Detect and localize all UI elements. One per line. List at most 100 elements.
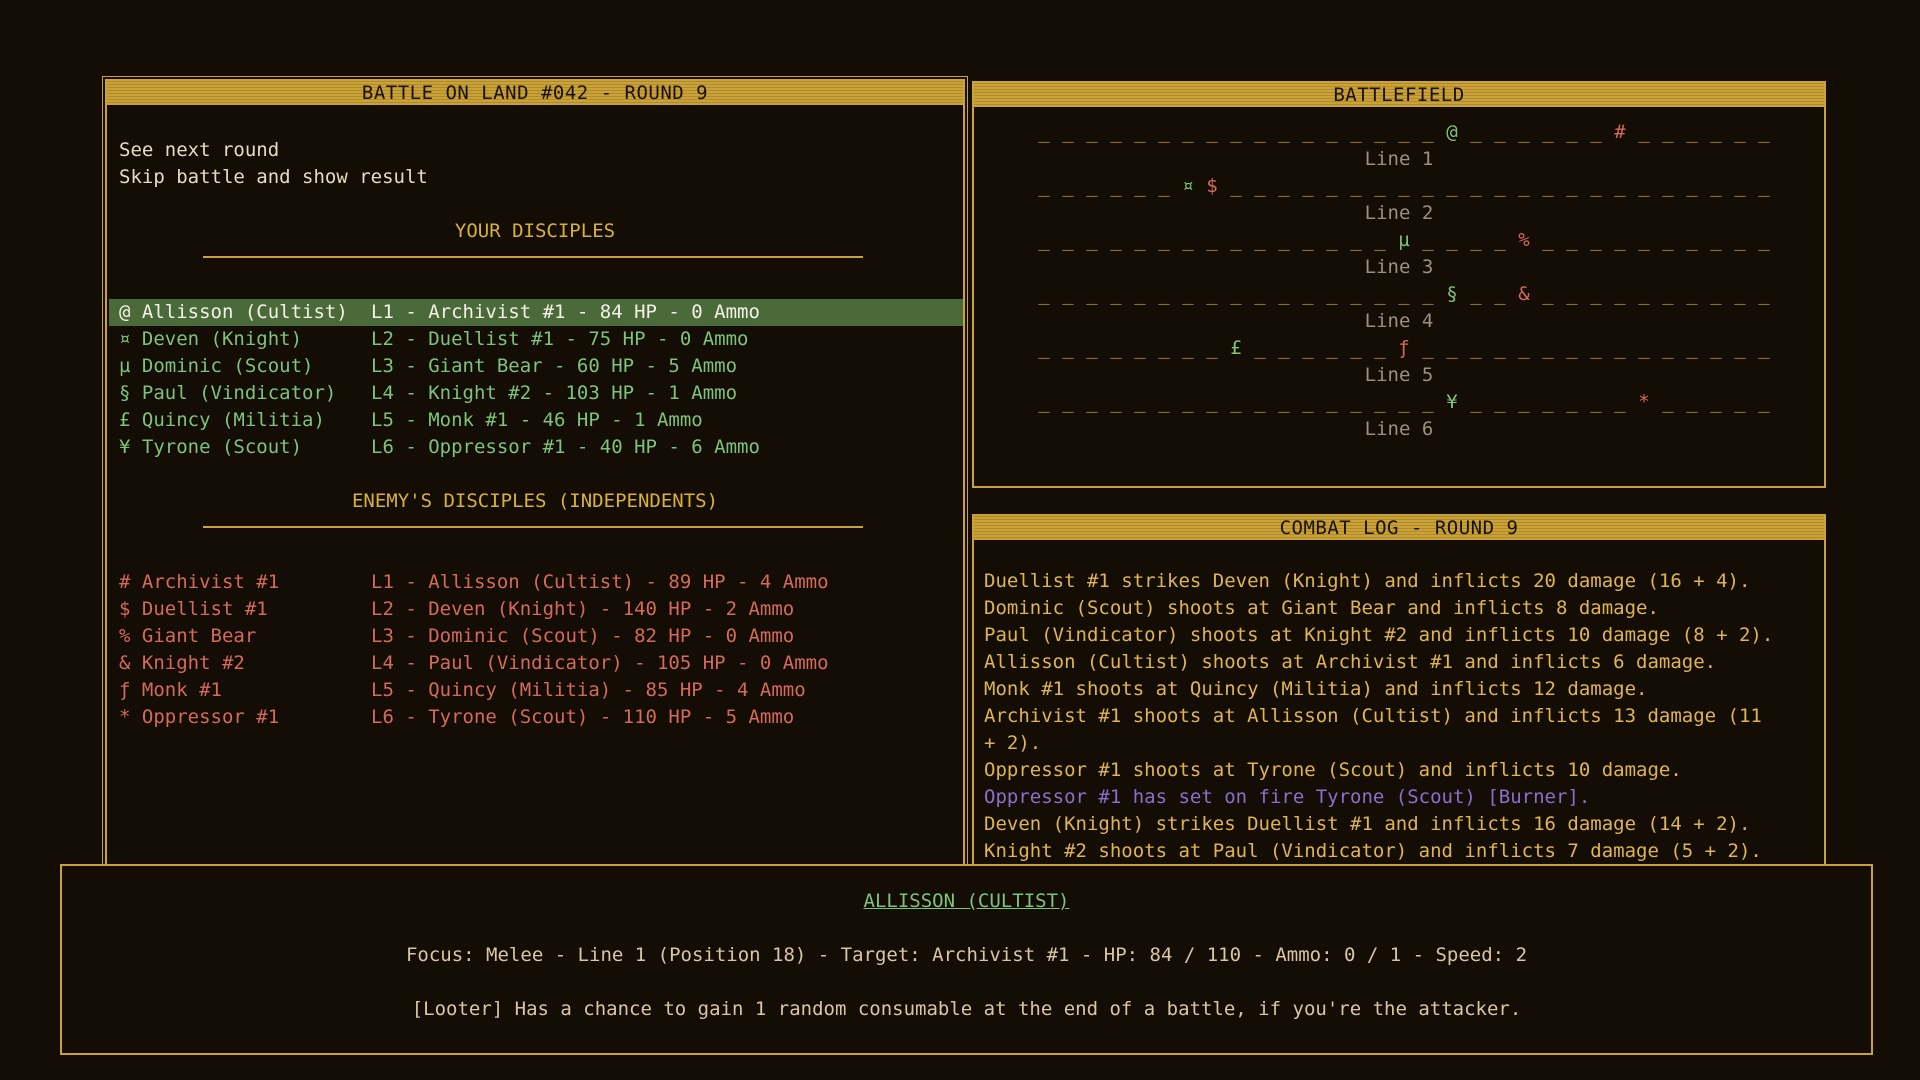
empty-position: _ <box>1734 391 1746 413</box>
empty-position: _ <box>1662 283 1674 305</box>
empty-position: _ <box>1494 229 1506 251</box>
enemy-name: & Knight #2 <box>119 652 245 674</box>
empty-position: _ <box>1590 337 1602 359</box>
empty-position: _ <box>1686 121 1698 143</box>
empty-position: _ <box>1734 175 1746 197</box>
empty-position: _ <box>1614 229 1626 251</box>
battlefield-line: _ _ _ _ _ _ ¤ $ _ _ _ _ _ _ _ _ _ _ _ _ _ _ _ _ _ _ _ _ _ _ _ <box>974 173 1824 200</box>
empty-position: _ <box>1350 283 1362 305</box>
empty-position: _ <box>1710 229 1722 251</box>
empty-position: _ <box>1758 283 1770 305</box>
log-entry: Paul (Vindicator) shoots at Knight #2 an… <box>984 624 1774 646</box>
log-entry: Allisson (Cultist) shoots at Archivist #… <box>984 651 1717 673</box>
empty-position: _ <box>1470 337 1482 359</box>
battlefield-line-label: Line 2 <box>1364 202 1434 224</box>
empty-position: _ <box>1566 283 1578 305</box>
empty-position: _ <box>1710 175 1722 197</box>
log-entry: Oppressor #1 has set on fire Tyrone (Sco… <box>984 786 1591 808</box>
empty-position: _ <box>1230 283 1242 305</box>
enemy-row: ƒ Monk #1 L5 - Quincy (Militia) - 85 HP -… <box>109 677 963 704</box>
ally-name: µ Dominic (Scout) <box>119 355 314 377</box>
enemy-marker: * <box>1638 391 1650 413</box>
log-entry: Archivist #1 shoots at Allisson (Cultist… <box>984 705 1762 727</box>
see-next-round-option[interactable]: See next round <box>119 137 279 164</box>
empty-position: _ <box>1710 121 1722 143</box>
enemy-name: ƒ Monk #1 <box>119 679 222 701</box>
empty-position: _ <box>1374 337 1386 359</box>
log-entry: + 2). <box>984 732 1042 754</box>
empty-position: _ <box>1398 283 1410 305</box>
log-entry: Knight #2 shoots at Paul (Vindicator) an… <box>984 840 1762 862</box>
enemy-row: $ Duellist #1 L2 - Deven (Knight) - 140 H… <box>109 596 963 623</box>
empty-position: _ <box>1326 337 1338 359</box>
enemy-marker: ƒ <box>1398 337 1410 359</box>
empty-position: _ <box>1638 283 1650 305</box>
empty-position: _ <box>1398 121 1410 143</box>
empty-position: _ <box>1350 229 1362 251</box>
empty-position: _ <box>1086 175 1098 197</box>
empty-position: _ <box>1062 175 1074 197</box>
ally-row[interactable]: µ Dominic (Scout) L3 - Giant Bear - 60 HP… <box>109 353 963 380</box>
empty-position: _ <box>1446 337 1458 359</box>
enemy-marker: # <box>1614 121 1626 143</box>
battle-panel: BATTLE ON LAND #042 - ROUND 9 See next r… <box>102 76 968 882</box>
empty-position: _ <box>1686 337 1698 359</box>
empty-position: _ <box>1038 229 1050 251</box>
empty-position: _ <box>1686 391 1698 413</box>
empty-position: _ <box>1254 337 1266 359</box>
enemy-assignment: L6 - Tyrone (Scout) - 110 HP - 5 Ammo <box>371 706 795 728</box>
enemy-disciples-divider <box>203 526 863 528</box>
enemy-marker: & <box>1518 283 1530 305</box>
empty-position: _ <box>1134 337 1146 359</box>
empty-position: _ <box>1734 229 1746 251</box>
empty-position: _ <box>1518 121 1530 143</box>
empty-position: _ <box>1590 175 1602 197</box>
empty-position: _ <box>1662 337 1674 359</box>
empty-position: _ <box>1494 391 1506 413</box>
empty-position: _ <box>1302 337 1314 359</box>
ally-row[interactable]: ¥ Tyrone (Scout) L6 - Oppressor #1 - 40 H… <box>109 434 963 461</box>
ally-name: @ Allisson (Cultist) <box>119 301 348 323</box>
empty-position: _ <box>1134 391 1146 413</box>
log-entry: Oppressor #1 shoots at Tyrone (Scout) an… <box>984 759 1682 781</box>
empty-position: _ <box>1758 337 1770 359</box>
empty-position: _ <box>1230 175 1242 197</box>
ally-assignment: L2 - Duellist #1 - 75 HP - 0 Ammo <box>371 328 749 350</box>
empty-position: _ <box>1278 175 1290 197</box>
empty-position: _ <box>1614 175 1626 197</box>
selected-disciple-trait: [Looter] Has a chance to gain 1 random c… <box>411 998 1522 1020</box>
empty-position: _ <box>1302 391 1314 413</box>
ally-marker: @ <box>1446 121 1458 143</box>
battlefield-line: _ _ _ _ _ _ _ _ _ _ _ _ _ _ _ µ _ _ _ _% _ _ _ _ _ _ _ _ _ _ <box>974 227 1824 254</box>
empty-position: _ <box>1758 229 1770 251</box>
empty-position: _ <box>1374 283 1386 305</box>
empty-position: _ <box>1590 391 1602 413</box>
empty-position: _ <box>1206 337 1218 359</box>
log-entry: Deven (Knight) strikes Duellist #1 and i… <box>984 813 1751 835</box>
ally-row[interactable]: § Paul (Vindicator) L4 - Knight #2 - 103 … <box>109 380 963 407</box>
empty-position: _ <box>1734 121 1746 143</box>
ally-row[interactable]: £ Quincy (Militia) L5 - Monk #1 - 46 HP -… <box>109 407 963 434</box>
skip-battle-option[interactable]: Skip battle and show result <box>119 164 428 191</box>
empty-position: _ <box>1326 283 1338 305</box>
empty-position: _ <box>1542 283 1554 305</box>
ally-marker: µ <box>1398 229 1410 251</box>
empty-position: _ <box>1374 175 1386 197</box>
empty-position: _ <box>1038 175 1050 197</box>
ally-row[interactable]: ¤ Deven (Knight) L2 - Duellist #1 - 75 HP… <box>109 326 963 353</box>
ally-row[interactable]: @ Allisson (Cultist) L1 - Archivist #1 - … <box>109 299 963 326</box>
battlefield-panel: BATTLEFIELD _ _ _ _ _ _ _ _ _ _ _ _ _ _ _ _ _ @ _ _ _ _ _ _ # _ _ _… <box>972 81 1826 488</box>
ally-marker: § <box>1446 283 1458 305</box>
empty-position: _ <box>1662 175 1674 197</box>
empty-position: _ <box>1662 229 1674 251</box>
empty-position: _ <box>1614 337 1626 359</box>
empty-position: _ <box>1470 283 1482 305</box>
empty-position: _ <box>1062 121 1074 143</box>
empty-position: _ <box>1230 121 1242 143</box>
empty-position: _ <box>1086 337 1098 359</box>
combat-log-title: COMBAT LOG - ROUND 9 <box>974 516 1824 540</box>
enemy-marker: % <box>1518 229 1530 251</box>
enemy-name: $ Duellist #1 <box>119 598 268 620</box>
ally-name: ¤ Deven (Knight) <box>119 328 303 350</box>
empty-position: _ <box>1062 337 1074 359</box>
